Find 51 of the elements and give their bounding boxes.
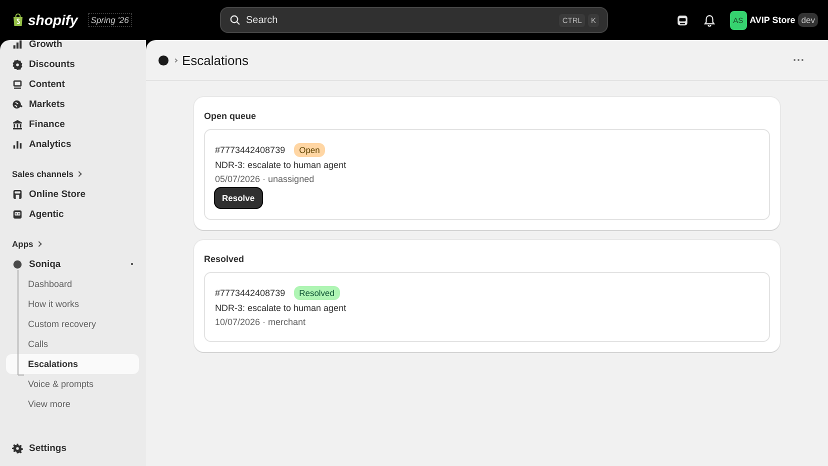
store-name: AVIP Store xyxy=(750,15,796,25)
nav-item[interactable]: Online Store xyxy=(6,184,139,204)
nav-subitem[interactable]: How it works xyxy=(6,294,139,314)
search-icon xyxy=(229,14,241,26)
order-id: #7773442408739 xyxy=(215,288,286,298)
more-icon[interactable] xyxy=(793,58,804,62)
robot-icon[interactable] xyxy=(676,14,689,26)
nav-subitem[interactable]: Voice & prompts xyxy=(6,374,139,394)
page-title: Escalations xyxy=(182,52,248,68)
bank-icon xyxy=(12,118,23,130)
resolve-button[interactable]: Resolve xyxy=(215,188,262,208)
section-title: Resolved xyxy=(204,254,246,264)
nav-item[interactable]: Discounts xyxy=(6,54,139,74)
badge-icon xyxy=(12,58,23,70)
dev-badge: dev xyxy=(798,13,818,27)
section-heading[interactable]: Sales channels xyxy=(6,164,139,184)
search-input[interactable]: Search xyxy=(246,14,554,26)
nav-subitem[interactable]: Custom recovery xyxy=(6,314,139,334)
nav-subitem[interactable]: View more xyxy=(6,394,139,414)
brand-name: shopify xyxy=(28,12,78,28)
escalation-meta: 05/07/2026 · unassigned xyxy=(215,173,316,186)
app-icon xyxy=(12,258,23,270)
chart-icon xyxy=(12,40,23,50)
bell-icon[interactable] xyxy=(702,14,716,26)
nav-item[interactable]: Agentic xyxy=(6,204,139,224)
nav-subitem[interactable]: Calls xyxy=(6,334,139,354)
escalation-title: NDR-3: escalate to human agent xyxy=(215,302,348,315)
status-badge: Resolved xyxy=(294,286,340,300)
edition-badge: Spring '26 xyxy=(88,13,132,27)
storefront-icon xyxy=(12,188,23,200)
monitor-icon xyxy=(12,78,23,90)
nav-item[interactable]: Markets xyxy=(6,94,139,114)
shopping-bag-icon xyxy=(12,13,24,27)
status-badge: Open xyxy=(294,142,325,156)
section-title: Open queue xyxy=(204,111,258,121)
globe-icon xyxy=(12,98,23,110)
escalation-title: NDR-3: escalate to human agent xyxy=(215,159,348,172)
nav-item[interactable]: Content xyxy=(6,74,139,94)
settings-item[interactable]: Settings xyxy=(6,438,139,458)
settings-icon xyxy=(12,442,23,454)
robot-icon xyxy=(12,208,23,220)
escalation-meta: 10/07/2026 · merchant xyxy=(215,316,307,329)
nav-subitem[interactable]: Escalations xyxy=(6,354,139,374)
app-icon[interactable] xyxy=(158,54,169,66)
nav-item[interactable]: Soniqa xyxy=(6,254,139,274)
nav-item[interactable]: Analytics xyxy=(6,134,139,154)
section-heading[interactable]: Apps xyxy=(6,234,139,254)
bar-chart-icon xyxy=(12,138,23,150)
nav-item[interactable]: Finance xyxy=(6,114,139,134)
order-id: #7773442408739 xyxy=(215,144,286,154)
nav-subitem[interactable]: Dashboard xyxy=(6,274,139,294)
